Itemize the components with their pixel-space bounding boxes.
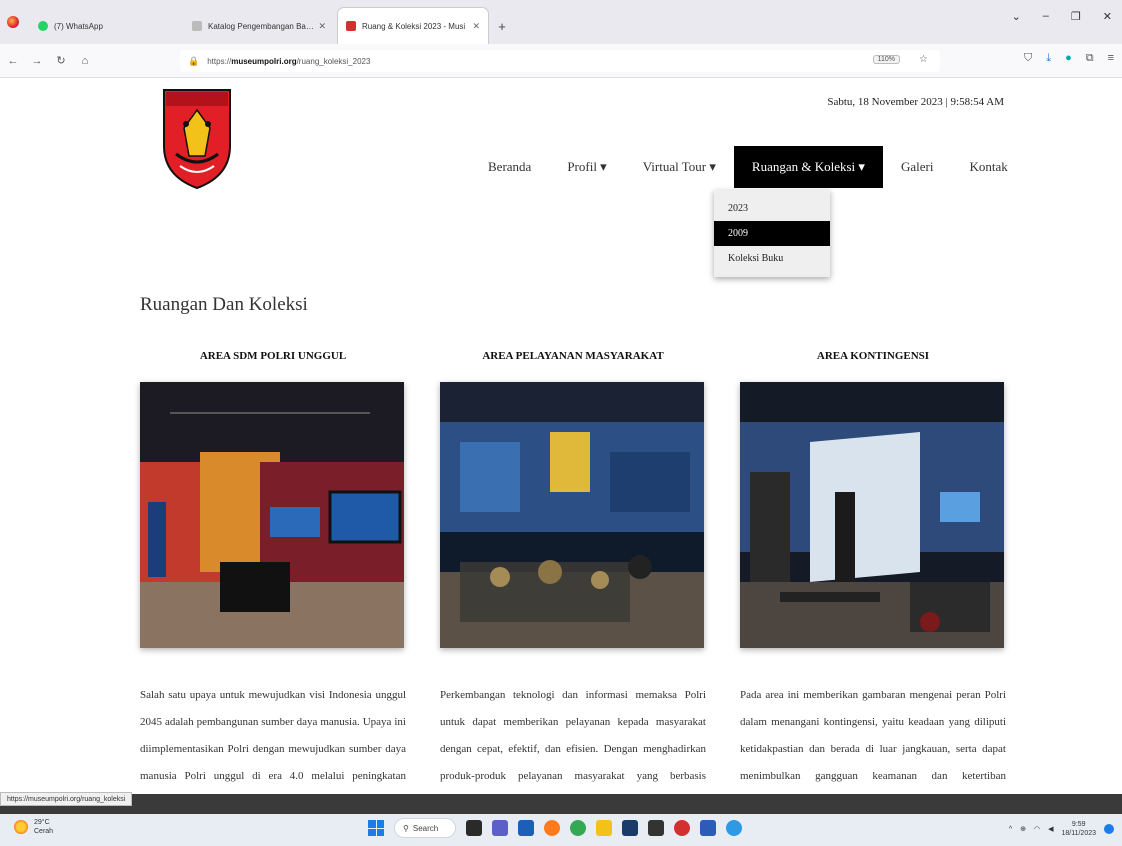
app-icon-dark[interactable] (648, 820, 664, 836)
extensions-icon[interactable]: ⧉ (1086, 52, 1094, 65)
chevron-up-icon[interactable]: ^ (1009, 826, 1012, 833)
card-pelayanan-masyarakat: AREA PELAYANAN MASYARAKAT Perkembangan t… (440, 350, 706, 794)
card-photo[interactable] (440, 382, 704, 648)
wifi-icon[interactable]: ◠ (1034, 825, 1040, 833)
window-controls: ⌄ – ❐ ✕ (1012, 10, 1122, 23)
taskbar-clock[interactable]: 9:59 18/11/2023 (1061, 820, 1096, 838)
tab-label: Ruang & Koleksi 2023 - Musi (362, 21, 466, 31)
chat-icon[interactable] (492, 820, 508, 836)
taskbar-apps: ⚲ Search (368, 818, 742, 838)
file-explorer-icon[interactable] (596, 820, 612, 836)
web-page: Sabtu, 18 November 2023 | 9:58:54 AM Ber… (0, 78, 1122, 794)
firefox-icon[interactable] (0, 0, 26, 44)
search-icon: ⚲ (403, 823, 409, 833)
url-text: https://museumpolri.org/ruang_koleksi_20… (207, 56, 371, 66)
system-tray: ^ ⊕ ◠ ◀ 9:59 18/11/2023 (1009, 820, 1114, 838)
section-title: Ruangan Dan Koleksi (140, 294, 308, 315)
card-title: AREA PELAYANAN MASYARAKAT (482, 350, 664, 362)
card-photo[interactable] (740, 382, 1004, 648)
list-tabs-button[interactable]: ⌄ (1012, 10, 1021, 23)
nav-profil[interactable]: Profil ▾ (549, 146, 624, 188)
nav-virtual-tour[interactable]: Virtual Tour ▾ (625, 146, 734, 188)
tab-katalog[interactable]: Katalog Pengembangan Bagi An. (?) ✕ (184, 8, 334, 44)
tab-ruang-koleksi[interactable]: Ruang & Koleksi 2023 - Musi ✕ (338, 8, 488, 44)
chrome-icon[interactable] (570, 820, 586, 836)
whatsapp-icon (38, 21, 48, 31)
nav-beranda[interactable]: Beranda (470, 146, 549, 188)
card-description: Pada area ini memberikan gambaran mengen… (740, 689, 1006, 782)
pocket-icon[interactable]: ⛉ (1024, 52, 1032, 65)
taskbar-search[interactable]: ⚲ Search (394, 818, 456, 838)
dropdown-item-koleksi-buku[interactable]: Koleksi Buku (714, 246, 830, 271)
polri-logo[interactable] (160, 84, 234, 190)
weather-description: Cerah (34, 828, 54, 835)
account-icon[interactable]: ● (1065, 52, 1072, 65)
minimize-button[interactable]: – (1043, 10, 1049, 23)
nav-ruangan-koleksi[interactable]: Ruangan & Koleksi ▾ (733, 146, 883, 188)
card-title: AREA KONTINGENSI (816, 350, 930, 362)
search-label: Search (412, 823, 439, 833)
browser-tab-bar: (7) WhatsApp Katalog Pengembangan Bagi A… (0, 0, 1122, 44)
current-datetime: Sabtu, 18 November 2023 | 9:58:54 AM (827, 96, 1004, 108)
polri-favicon-icon (346, 21, 356, 31)
forward-icon[interactable]: → (26, 50, 48, 72)
app-icon-colorful[interactable] (726, 820, 742, 836)
card-photo[interactable] (140, 382, 404, 648)
reload-icon[interactable]: ↻ (50, 50, 72, 72)
dropdown-item-2009[interactable]: 2009 (714, 221, 830, 246)
tab-label: (7) WhatsApp (54, 21, 103, 31)
new-tab-button[interactable]: + (488, 8, 516, 44)
nav-galeri[interactable]: Galeri (883, 146, 951, 188)
windows-taskbar: 29°C Cerah ⚲ Search ^ ⊕ ◠ ◀ 9:59 18/11/20… (0, 814, 1122, 846)
firefox-taskbar-icon[interactable] (544, 820, 560, 836)
task-view-icon[interactable] (466, 820, 482, 836)
status-url-tooltip: https://museumpolri.org/ruang_koleksi (0, 792, 133, 806)
address-bar[interactable]: 🔒 https://museumpolri.org/ruang_koleksi_… (180, 50, 940, 72)
language-icon[interactable]: ⊕ (1020, 825, 1026, 833)
browser-navigation-bar: ← → ↻ ⌂ 🔒 https://museumpolri.org/ruang_… (0, 44, 1122, 78)
ruangan-koleksi-dropdown: 2023 2009 Koleksi Buku (714, 190, 830, 277)
dropdown-item-2023[interactable]: 2023 (714, 196, 830, 221)
weather-widget[interactable]: 29°C Cerah (14, 818, 53, 836)
close-icon[interactable]: ✕ (472, 21, 480, 32)
maximize-button[interactable]: ❐ (1071, 10, 1081, 23)
home-icon[interactable]: ⌂ (74, 50, 96, 72)
menu-icon[interactable]: ≡ (1108, 52, 1114, 65)
store-icon[interactable] (622, 820, 638, 836)
card-title: AREA SDM POLRI UNGGUL (199, 350, 347, 362)
notification-icon[interactable] (1104, 824, 1114, 834)
back-icon[interactable]: ← (2, 50, 24, 72)
start-button[interactable] (368, 820, 384, 836)
close-icon[interactable]: ✕ (318, 21, 326, 32)
app-icon-red[interactable] (674, 820, 690, 836)
lock-icon: 🔒 (188, 55, 200, 66)
word-icon[interactable] (700, 820, 716, 836)
volume-icon[interactable]: ◀ (1048, 825, 1053, 833)
nav-kontak[interactable]: Kontak (951, 146, 1025, 188)
zoom-indicator[interactable]: 110% (872, 55, 900, 64)
bookmark-star-icon[interactable]: ☆ (919, 54, 928, 65)
weather-temperature: 29°C (34, 819, 50, 826)
toolbar-icons: ⛉ ⤓ ● ⧉ ≡ (1024, 52, 1114, 65)
card-kontingensi: AREA KONTINGENSI Pada area ini memberika… (740, 350, 1006, 794)
sun-icon (14, 820, 28, 834)
tab-whatsapp[interactable]: (7) WhatsApp (30, 8, 180, 44)
main-navigation: Beranda Profil ▾ Virtual Tour ▾ Ruangan … (470, 146, 1026, 188)
card-description: Perkembangan teknologi dan informasi mem… (440, 689, 706, 782)
page-icon (192, 21, 202, 31)
close-window-button[interactable]: ✕ (1103, 10, 1112, 23)
app-icon-blue[interactable] (518, 820, 534, 836)
card-description: Salah satu upaya untuk mewujudkan visi I… (140, 689, 406, 782)
download-icon[interactable]: ⤓ (1046, 52, 1051, 65)
card-sdm-polri: AREA SDM POLRI UNGGUL Salah satu upaya u… (140, 350, 406, 794)
tab-label: Katalog Pengembangan Bagi An. (?) (208, 21, 314, 31)
